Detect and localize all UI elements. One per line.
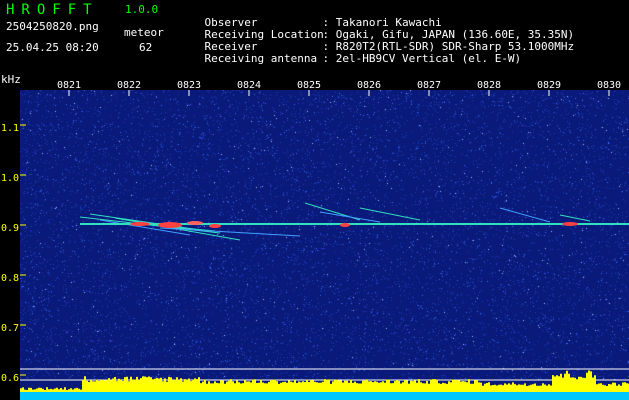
baseline-bar <box>20 392 629 400</box>
x-gridlines <box>68 90 610 96</box>
app-version: 1.0.0 <box>125 3 159 16</box>
spectrogram <box>20 90 629 400</box>
spectrogram-overlay <box>20 90 629 400</box>
station-value: 2el-HB9CV Vertical (el. E-W) <box>335 52 522 65</box>
y-tick-label: 0.8 <box>1 273 20 284</box>
signal-level-bars <box>20 370 629 392</box>
y-tick-label: 0.7 <box>1 323 20 334</box>
meteor-count: 62 <box>139 41 153 54</box>
y-gridlines <box>20 124 26 376</box>
meteor-echoes <box>79 202 591 241</box>
hrofft-window: HROFFT 1.0.0 2504250820.png meteor 25.04… <box>0 0 629 400</box>
y-tick-label: 0.9 <box>1 223 20 234</box>
date-time: 25.04.25 08:20 <box>6 41 99 54</box>
station-row-antenna: Receiving antenna: 2el-HB9CV Vertical (e… <box>204 52 522 65</box>
station-key: Receiving antenna <box>204 52 318 65</box>
file-name: 2504250820.png <box>6 20 99 33</box>
y-tick-label: 1.1 <box>1 123 20 134</box>
y-tick-label: 1.0 <box>1 173 20 184</box>
y-axis-unit: kHz <box>1 73 21 86</box>
meteor-label: meteor <box>124 26 164 39</box>
app-title: HROFFT <box>6 2 99 18</box>
y-tick-label: 0.6 <box>1 373 20 384</box>
